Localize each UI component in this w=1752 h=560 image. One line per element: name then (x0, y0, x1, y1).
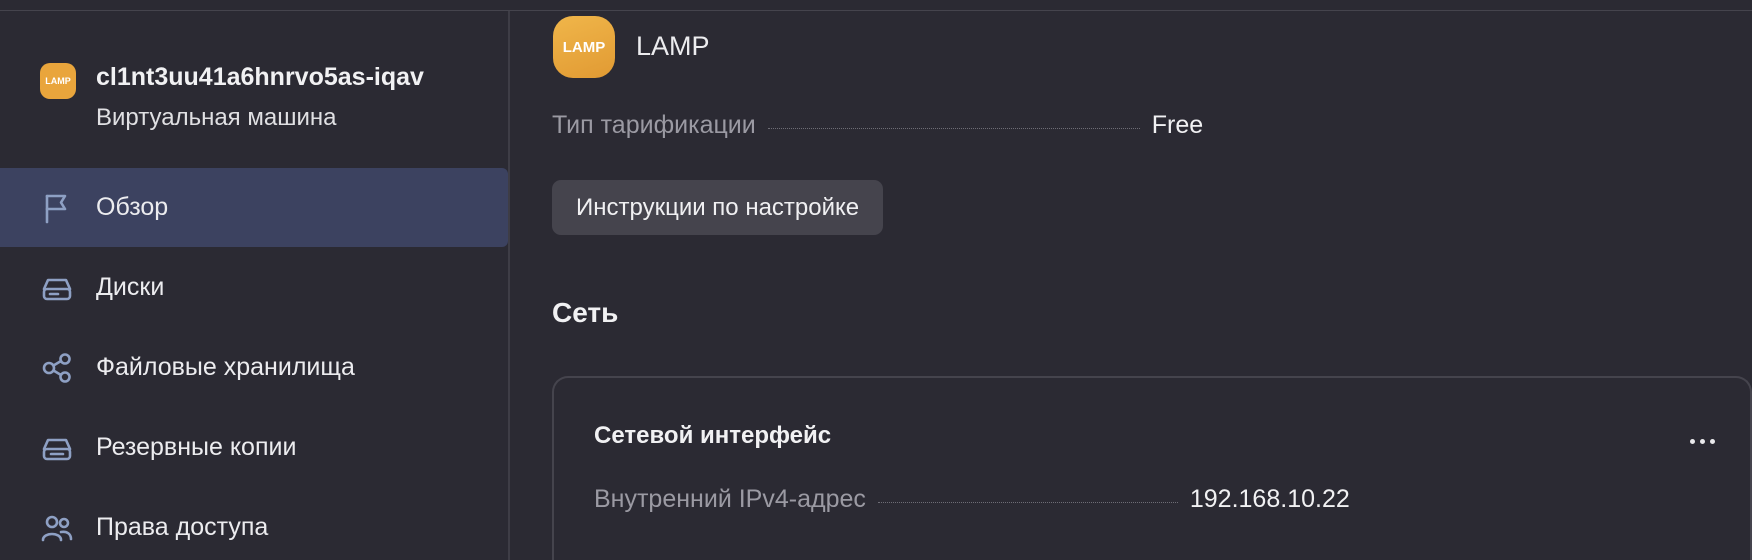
app-window: LAMP cl1nt3uu41a6hnrvo5as-iqav Виртуальн… (0, 0, 1752, 560)
ip-value[interactable]: 192.168.10.22 (1190, 485, 1350, 514)
network-interface-title: Сетевой интерфейс (594, 422, 832, 449)
vm-type: Виртуальная машина (96, 104, 337, 131)
billing-row: Тип тарификации Free (552, 111, 1203, 140)
billing-label: Тип тарификации (552, 111, 756, 139)
backup-icon (40, 431, 74, 465)
dot (1709, 438, 1715, 444)
dotted-leader (767, 128, 1140, 129)
sidebar-item-disks[interactable]: Диски (0, 248, 508, 327)
setup-instructions-button[interactable]: Инструкции по настройке (552, 180, 884, 235)
more-options-button[interactable] (1678, 426, 1726, 456)
users-icon (40, 511, 74, 545)
disk-icon (40, 271, 74, 305)
dot (1699, 438, 1705, 444)
network-section-title: Сеть (552, 297, 619, 328)
product-title: LAMP (636, 31, 710, 61)
flag-icon (40, 191, 74, 225)
lamp-logo: LAMP (553, 16, 615, 78)
sidebar-item-label: Права доступа (96, 513, 269, 541)
billing-value: Free (1151, 111, 1204, 139)
network-interface-card: Сетевой интерфейс Внутренний IPv4-адрес … (552, 376, 1752, 560)
dot (1689, 438, 1695, 444)
sidebar-item-label: Резервные копии (96, 433, 297, 461)
sidebar-item-overview[interactable]: Обзор (0, 168, 508, 247)
vm-name: cl1nt3uu41a6hnrvo5as-iqav (96, 63, 424, 91)
ip-row: Внутренний IPv4-адрес 192.168.10.22 (594, 485, 1350, 514)
sidebar-item-label: Файловые хранилища (96, 353, 355, 381)
sidebar-item-label: Диски (96, 273, 165, 301)
sidebar-item-backups[interactable]: Резервные копии (0, 408, 508, 487)
sidebar-item-label: Обзор (96, 193, 169, 221)
sidebar: LAMP cl1nt3uu41a6hnrvo5as-iqav Виртуальн… (0, 11, 510, 560)
main-content: LAMP LAMP Тип тарификации Free Инструкци… (512, 11, 1752, 560)
dotted-leader (877, 502, 1178, 503)
share-nodes-icon (40, 351, 74, 385)
ip-label: Внутренний IPv4-адрес (594, 485, 866, 513)
sidebar-item-file-storage[interactable]: Файловые хранилища (0, 328, 508, 407)
sidebar-item-access-rights[interactable]: Права доступа (0, 488, 508, 560)
vm-logo: LAMP (40, 63, 76, 99)
